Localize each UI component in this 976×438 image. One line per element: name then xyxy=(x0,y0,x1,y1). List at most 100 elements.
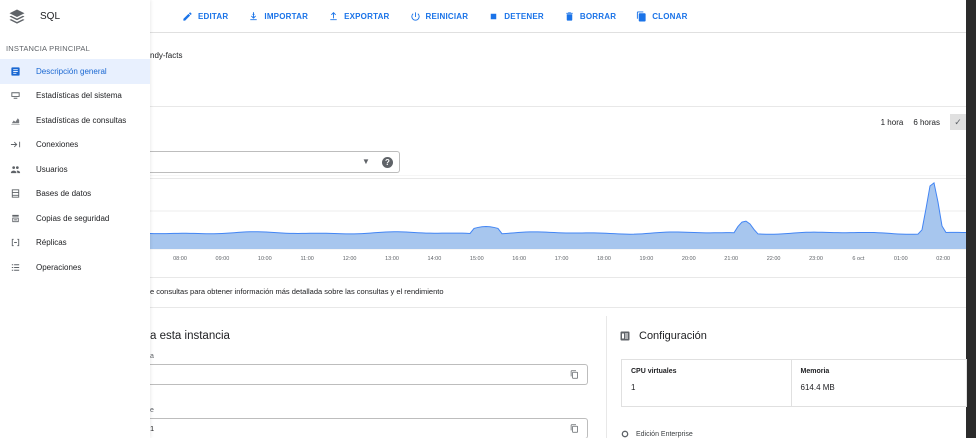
stop-icon xyxy=(490,13,497,19)
config-panel: Configuración CPU virtuales 1 Memoria 61… xyxy=(606,316,967,438)
chart-area-series xyxy=(150,182,966,249)
config-icon xyxy=(620,331,630,341)
cpu-label: CPU virtuales xyxy=(631,368,677,375)
edition-label: Edición Enterprise xyxy=(636,430,693,438)
brand[interactable]: SQL xyxy=(0,0,150,33)
toolbar-label: BORRAR xyxy=(579,11,617,21)
metric-select[interactable]: ▼ ? xyxy=(150,151,400,173)
databases-icon xyxy=(11,189,20,198)
trash-icon xyxy=(566,11,573,21)
clonar-button[interactable]: CLONAR xyxy=(636,10,688,22)
sidebar-item-1[interactable]: Estadísticas del sistema xyxy=(0,84,150,109)
cpu-value: 1 xyxy=(631,383,636,392)
reiniciar-button[interactable]: REINICIAR xyxy=(410,11,469,22)
toolbar-label: CLONAR xyxy=(652,11,688,21)
sidebar-item-label: Bases de datos xyxy=(36,189,92,199)
check-icon[interactable]: ✓ xyxy=(950,114,966,130)
cpu-cell: CPU virtuales 1 xyxy=(622,360,792,406)
sidebar-item-label: Copias de seguridad xyxy=(36,213,110,223)
copy-icon[interactable] xyxy=(570,424,579,433)
sql-logo-icon xyxy=(9,9,25,24)
toolbar-label: IMPORTAR xyxy=(264,11,309,21)
sidebar-item-5[interactable]: Bases de datos xyxy=(0,182,150,207)
edition-row: Edición Enterprise xyxy=(621,430,693,438)
clone-icon xyxy=(637,10,646,22)
memory-value: 614.4 MB xyxy=(800,383,835,392)
toolbar-label: DETENER xyxy=(504,11,544,21)
chart-x-tick-label: 01:00 xyxy=(893,256,908,262)
chart-x-tick-label: 23:00 xyxy=(809,256,823,262)
chart-series-line xyxy=(150,181,966,235)
sidebar-item-label: Réplicas xyxy=(36,238,67,248)
chart-x-tick-label: 02:00 xyxy=(936,256,951,262)
connections-icon xyxy=(10,142,21,148)
chart-x-tick-label: 14:00 xyxy=(427,256,442,262)
sidebar-item-4[interactable]: Usuarios xyxy=(0,157,150,182)
sidebar-item-label: Conexiones xyxy=(36,140,79,150)
chart-x-tick-label: 20:00 xyxy=(681,256,696,262)
chart-x-tick-label: 6 oct xyxy=(852,256,865,262)
config-title: Configuración xyxy=(639,330,707,342)
field1-value-box xyxy=(150,364,588,385)
divider xyxy=(150,106,966,107)
sidebar-item-label: Usuarios xyxy=(36,164,68,174)
chart-x-tick-label: 10:00 xyxy=(257,256,272,262)
users-icon xyxy=(10,166,21,173)
toolbar-label: EXPORTAR xyxy=(344,11,390,21)
instance-id: ndy-facts xyxy=(150,51,183,60)
action-toolbar: EDITAR IMPORTAR EXPORTAR REINICIAR DETENER BO… xyxy=(150,0,966,33)
main-content: ndy-facts 1 hora 6 horas ✓ ▼ ? 08:00 09:0… xyxy=(150,33,967,438)
sidebar-item-3[interactable]: Conexiones xyxy=(0,133,150,158)
field2-value-box: 1 xyxy=(150,418,588,438)
chart-x-axis: 08:00 09:00 10:00 11:00 12:00 13:00 14:00 15:00… xyxy=(150,256,966,266)
sidebar-section-label: INSTANCIA PRINCIPAL xyxy=(6,44,90,53)
sidebar-item-6[interactable]: Copias de seguridad xyxy=(0,206,150,231)
chart-x-tick-label: 21:00 xyxy=(724,256,739,262)
pencil-icon xyxy=(183,11,192,21)
memory-cell: Memoria 614.4 MB xyxy=(792,360,967,406)
chart-x-tick-label: 16:00 xyxy=(512,256,527,262)
sidebar-item-label: Estadísticas del sistema xyxy=(36,91,122,101)
importar-button[interactable]: IMPORTAR xyxy=(248,11,308,22)
query-insights-icon xyxy=(11,117,20,125)
sidebar-item-2[interactable]: Estadísticas de consultas xyxy=(0,108,150,133)
overview-icon xyxy=(11,67,20,76)
field2-value: 1 xyxy=(150,424,155,433)
chart-x-tick-label: 17:00 xyxy=(554,256,569,262)
chart-x-tick-label: 08:00 xyxy=(173,256,187,262)
brand-title: SQL xyxy=(40,11,61,22)
sidebar: SQL INSTANCIA PRINCIPAL Descripción gene… xyxy=(0,0,150,438)
chart-x-tick-label: 12:00 xyxy=(342,256,357,262)
sidebar-item-8[interactable]: Operaciones xyxy=(0,255,150,280)
system-insights-icon xyxy=(11,92,20,99)
copy-icon[interactable] xyxy=(570,370,579,379)
exportar-button[interactable]: EXPORTAR xyxy=(328,11,389,22)
config-table: CPU virtuales 1 Memoria 614.4 MB xyxy=(621,359,967,407)
sidebar-item-0[interactable]: Descripción general xyxy=(0,59,150,84)
toolbar-label: REINICIAR xyxy=(425,11,469,21)
power-icon xyxy=(410,11,420,21)
help-icon[interactable]: ? xyxy=(382,157,393,168)
sidebar-item-7[interactable]: Réplicas xyxy=(0,231,150,256)
connect-panel: a esta instancia a e 1 xyxy=(150,316,594,438)
query-insights-note: e consultas para obtener información más… xyxy=(150,287,444,296)
editar-button[interactable]: EDITAR xyxy=(182,11,228,22)
divider xyxy=(150,277,966,278)
caret-down-icon[interactable]: ▼ xyxy=(362,157,370,166)
chart-x-tick-label: 22:00 xyxy=(766,256,781,262)
chart-x-tick-label: 11:00 xyxy=(300,256,314,262)
time-range-6h[interactable]: 6 horas xyxy=(913,118,940,127)
memory-label: Memoria xyxy=(800,368,830,375)
borrar-button[interactable]: BORRAR xyxy=(564,11,616,22)
chart-x-tick-label: 18:00 xyxy=(597,256,611,262)
window-edge xyxy=(966,0,976,438)
field2-label: e xyxy=(150,407,154,414)
time-range-1h[interactable]: 1 hora xyxy=(881,118,904,127)
toolbar-label: EDITAR xyxy=(198,11,229,21)
detener-button[interactable]: DETENER xyxy=(488,11,544,22)
chart-x-tick-label: 13:00 xyxy=(385,256,399,262)
operations-icon xyxy=(11,264,20,271)
connect-title: a esta instancia xyxy=(150,330,230,342)
chart-x-tick-label: 19:00 xyxy=(639,256,654,262)
sidebar-item-label: Operaciones xyxy=(36,262,82,272)
